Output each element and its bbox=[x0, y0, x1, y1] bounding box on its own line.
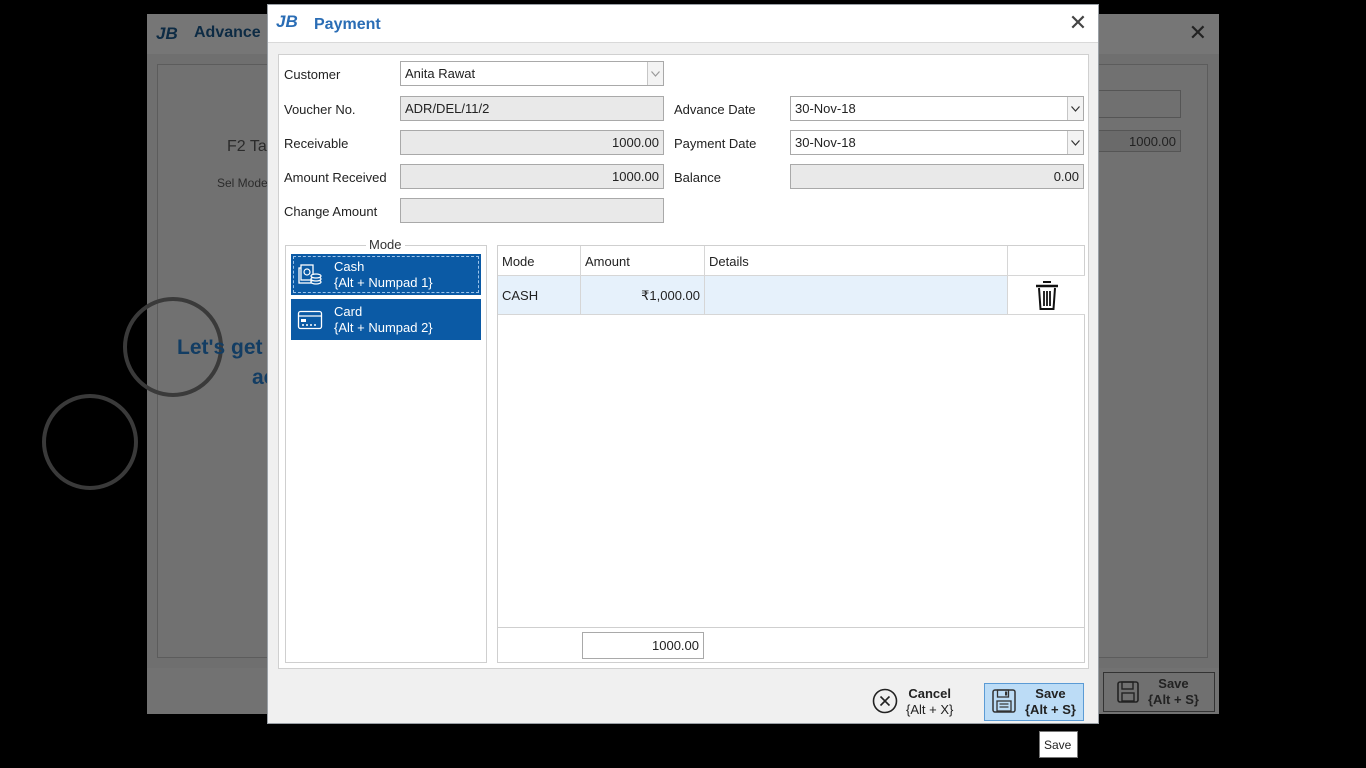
save-tooltip: Save bbox=[1039, 731, 1078, 758]
column-header-action bbox=[1008, 246, 1085, 276]
cancel-shortcut: {Alt + X} bbox=[906, 702, 954, 717]
floppy-icon bbox=[1117, 681, 1139, 703]
cancel-circle-icon bbox=[872, 688, 898, 717]
cell-amount[interactable]: ₹1,000.00 bbox=[581, 276, 705, 315]
receivable-label: Receivable bbox=[284, 136, 349, 151]
column-header-mode: Mode bbox=[498, 246, 581, 276]
column-header-details: Details bbox=[705, 246, 1008, 276]
change-amount-field bbox=[400, 198, 664, 223]
mode-button-cash-label: Cash bbox=[334, 258, 365, 274]
dialog-title: Payment bbox=[314, 16, 381, 33]
receivable-field: 1000.00 bbox=[400, 130, 664, 155]
balance-label: Balance bbox=[674, 170, 721, 185]
background-close-icon: ✕ bbox=[1188, 20, 1207, 45]
amount-received-field[interactable]: 1000.00 bbox=[400, 164, 664, 189]
cell-mode[interactable]: CASH bbox=[498, 276, 581, 315]
cash-icon bbox=[296, 261, 324, 289]
background-save-button: Save {Alt + S} bbox=[1103, 672, 1215, 712]
cancel-label: Cancel bbox=[908, 686, 951, 701]
mode-button-card[interactable]: Card {Alt + Numpad 2} bbox=[291, 299, 481, 340]
background-doc-circle-icon bbox=[42, 394, 138, 490]
floppy-icon bbox=[991, 688, 1017, 717]
advance-date-value: 30-Nov-18 bbox=[795, 101, 856, 116]
background-save-label: Save bbox=[1158, 676, 1189, 691]
background-amount-field: 1000.00 bbox=[1097, 130, 1181, 152]
card-icon bbox=[296, 306, 324, 334]
cell-details[interactable] bbox=[705, 276, 1008, 315]
customer-label: Customer bbox=[284, 67, 341, 82]
advance-date-picker[interactable]: 30-Nov-18 bbox=[790, 96, 1084, 121]
chevron-down-icon[interactable] bbox=[647, 62, 663, 85]
mode-button-card-label: Card bbox=[334, 303, 363, 319]
cancel-button[interactable]: Cancel {Alt + X} bbox=[872, 683, 968, 721]
background-title: Advance bbox=[194, 24, 261, 41]
save-label: Save bbox=[1035, 686, 1066, 701]
advance-date-label: Advance Date bbox=[674, 102, 756, 117]
customer-combo[interactable]: Anita Rawat bbox=[400, 61, 664, 86]
mode-group: Mode Cash {Alt + Numpad 1} Card {Alt + N… bbox=[285, 237, 487, 663]
chevron-down-icon[interactable] bbox=[1067, 131, 1083, 154]
background-hint-text: Let's get s bbox=[177, 336, 281, 359]
voucher-field: ADR/DEL/11/2 bbox=[400, 96, 664, 121]
trash-icon[interactable] bbox=[1033, 279, 1061, 311]
app-logo: JB bbox=[276, 12, 298, 31]
grid-total: 1000.00 bbox=[582, 632, 704, 659]
amount-received-label: Amount Received bbox=[284, 170, 387, 185]
dialog-body: Customer Anita Rawat Voucher No. ADR/DEL… bbox=[278, 54, 1089, 669]
voucher-label: Voucher No. bbox=[284, 102, 356, 117]
payment-date-picker[interactable]: 30-Nov-18 bbox=[790, 130, 1084, 155]
balance-field: 0.00 bbox=[790, 164, 1084, 189]
mode-legend: Mode bbox=[366, 237, 405, 252]
change-amount-label: Change Amount bbox=[284, 204, 378, 219]
payment-date-value: 30-Nov-18 bbox=[795, 135, 856, 150]
cell-action bbox=[1008, 276, 1085, 315]
grid-footer: 1000.00 bbox=[498, 627, 1084, 663]
save-shortcut: {Alt + S} bbox=[1025, 702, 1076, 717]
save-button[interactable]: Save {Alt + S} bbox=[984, 683, 1084, 721]
background-label: Sel Mode bbox=[217, 176, 268, 190]
chevron-down-icon[interactable] bbox=[1067, 97, 1083, 120]
customer-value: Anita Rawat bbox=[405, 66, 476, 81]
payment-grid: Mode Amount Details CASH ₹1,000.00 1000.… bbox=[497, 245, 1085, 663]
background-save-shortcut: {Alt + S} bbox=[1148, 692, 1199, 707]
payment-dialog: JB Payment ✕ Customer Anita Rawat Vouche… bbox=[267, 4, 1099, 724]
mode-button-card-shortcut: {Alt + Numpad 2} bbox=[334, 319, 433, 335]
column-header-amount: Amount bbox=[581, 246, 705, 276]
mode-button-cash-shortcut: {Alt + Numpad 1} bbox=[334, 274, 433, 290]
close-icon[interactable]: ✕ bbox=[1066, 12, 1090, 36]
mode-button-cash[interactable]: Cash {Alt + Numpad 1} bbox=[291, 254, 481, 295]
background-logo: JB bbox=[156, 24, 178, 43]
dialog-titlebar: JB Payment ✕ bbox=[268, 5, 1098, 43]
background-field bbox=[1097, 90, 1181, 118]
payment-date-label: Payment Date bbox=[674, 136, 757, 151]
